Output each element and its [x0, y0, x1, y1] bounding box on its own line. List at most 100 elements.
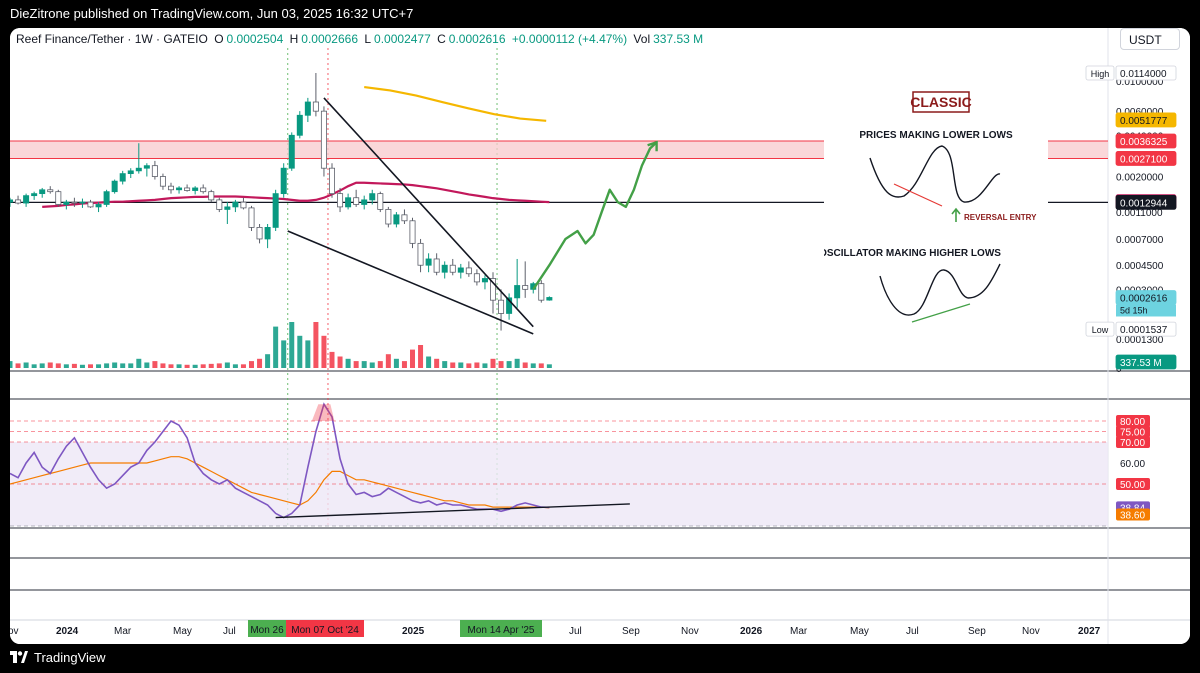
- time-axis-label: Nov: [1022, 626, 1040, 637]
- time-axis-label: 2024: [56, 626, 79, 637]
- volume-bar: [345, 358, 351, 368]
- time-axis-label: 2025: [402, 626, 425, 637]
- candle-body: [63, 201, 70, 205]
- volume-label: Vol: [633, 32, 651, 46]
- volume-bar: [305, 340, 311, 368]
- rsi-tag-value: 50.00: [1120, 480, 1145, 491]
- candle-body: [119, 173, 126, 182]
- volume-bar: [426, 356, 432, 368]
- oscillator-higher-lows-text: OSCILLATOR MAKING HIGHER LOWS: [824, 248, 1001, 259]
- candle-body: [192, 187, 199, 191]
- time-highlight-label: Mon 14 Apr '25: [468, 625, 535, 636]
- volume-bar: [136, 358, 142, 368]
- footer-brand: TradingView: [34, 650, 106, 665]
- volume-bar: [482, 363, 488, 368]
- volume-bar: [434, 358, 440, 368]
- price-axis-label: 0.0001300: [1116, 335, 1164, 346]
- price-axis-label: 0.0020000: [1116, 173, 1164, 184]
- candle-body: [409, 220, 416, 244]
- candle-body: [465, 267, 472, 275]
- price-lower-lows-text: PRICES MAKING LOWER LOWS: [859, 130, 1013, 141]
- volume-bar: [361, 361, 367, 368]
- classic-divergence-card: CLASSIC PRICES MAKING LOWER LOWS REVERSA…: [819, 86, 1048, 324]
- candle-body: [31, 193, 38, 197]
- price-tag-value: 337.53 M: [1120, 358, 1162, 369]
- volume-bar: [393, 358, 399, 368]
- time-axis-label: 2027: [1078, 626, 1101, 637]
- high-label: H: [289, 32, 299, 46]
- price-tag-value: 0.0051777: [1120, 116, 1168, 127]
- candle-body: [55, 191, 62, 205]
- high-value: 0.0002666: [301, 32, 359, 46]
- volume-bar: [112, 362, 118, 368]
- price-axis-label: 0.0007000: [1116, 235, 1164, 246]
- candle-body: [224, 206, 231, 210]
- candle-body: [328, 167, 335, 195]
- time-axis-label: ov: [10, 626, 19, 637]
- price-axis-label: 0.0004500: [1116, 261, 1164, 272]
- candle-body: [87, 201, 94, 208]
- volume-bar: [442, 361, 448, 368]
- price-tag-value: 0.0036325: [1120, 137, 1168, 148]
- candle-body: [272, 193, 279, 228]
- volume-bar: [15, 363, 21, 368]
- symbol-legend: Reef Finance/Tether · 1W · GATEIO O 0.000…: [16, 32, 706, 46]
- candle-body: [473, 273, 480, 283]
- chart-canvas[interactable]: 0.01000000.00600000.00400000.00200000.00…: [10, 28, 1190, 644]
- time-axis-label: Sep: [968, 626, 986, 637]
- price-tag-countdown: 5d 15h: [1120, 305, 1148, 315]
- candle-body: [449, 264, 456, 273]
- candle-body: [39, 189, 46, 195]
- volume-bar: [240, 364, 246, 368]
- candle-body: [176, 187, 183, 191]
- close-value: 0.0002616: [448, 32, 506, 46]
- candle-body: [401, 214, 408, 222]
- candle-body: [433, 258, 440, 273]
- volume-bar: [257, 358, 263, 368]
- volume-bar: [31, 364, 37, 368]
- volume-bar: [216, 363, 222, 368]
- candle-body: [481, 278, 488, 283]
- open-label: O: [214, 32, 224, 46]
- volume-bar: [418, 345, 424, 368]
- candle-body: [264, 227, 271, 240]
- volume-bar: [96, 364, 102, 368]
- candle-body: [522, 285, 529, 290]
- volume-bar: [232, 364, 238, 368]
- low-value: 0.0002477: [374, 32, 431, 46]
- volume-bar: [522, 362, 528, 368]
- candle-body: [232, 201, 239, 208]
- candle-body: [337, 193, 344, 208]
- candle-body: [441, 264, 448, 273]
- volume-bar: [192, 364, 198, 368]
- candle-body: [345, 197, 352, 208]
- volume-bar: [466, 363, 472, 368]
- candle-body: [216, 199, 223, 210]
- price-tag-value: 0.0114000: [1120, 69, 1167, 80]
- volume-bar: [281, 340, 287, 368]
- candle-body: [103, 191, 110, 205]
- currency-button[interactable]: USDT: [1120, 28, 1180, 50]
- candle-body: [288, 134, 295, 169]
- volume-bar: [144, 362, 150, 368]
- volume-bar: [506, 361, 512, 368]
- volume-bar: [200, 364, 206, 368]
- symbol-name[interactable]: Reef Finance/Tether · 1W · GATEIO: [16, 32, 208, 46]
- candle-body: [498, 299, 505, 314]
- price-divergence-line: [893, 183, 943, 207]
- candle-body: [71, 201, 78, 204]
- time-axis-label: Mar: [790, 626, 808, 637]
- open-value: 0.0002504: [226, 32, 284, 46]
- candle-body: [312, 101, 319, 112]
- volume-bar: [377, 361, 383, 368]
- candle-body: [256, 227, 263, 240]
- volume-bar: [224, 362, 230, 368]
- candle-body: [425, 258, 432, 266]
- low-label: L: [364, 32, 372, 46]
- candle-body: [143, 165, 150, 169]
- time-highlight-label: Mon 26: [250, 625, 284, 636]
- time-axis-label: Mar: [114, 626, 132, 637]
- volume-bar: [538, 363, 544, 368]
- candle-body: [385, 209, 392, 225]
- rsi-tag-value: 70.00: [1120, 438, 1145, 449]
